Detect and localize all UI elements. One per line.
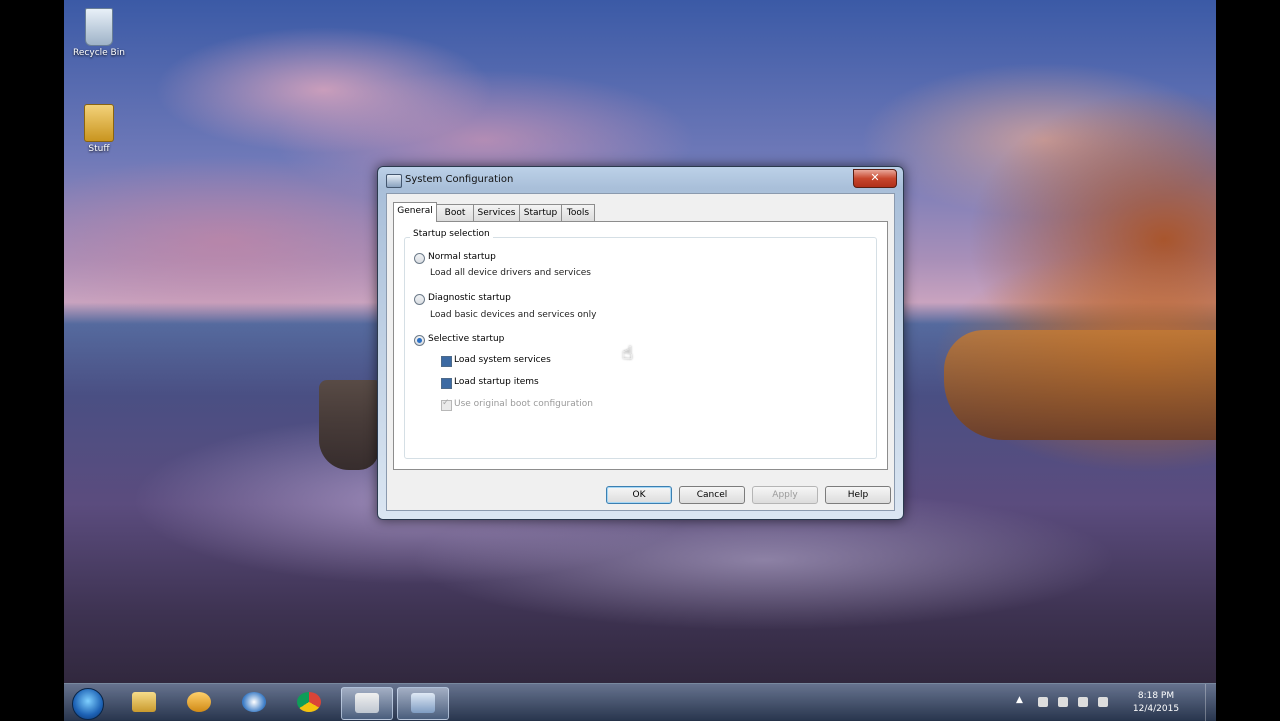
clock-time: 8:18 PM [1137, 691, 1175, 701]
taskbar-system-configuration[interactable] [397, 687, 449, 720]
ok-button[interactable]: OK [606, 486, 672, 504]
close-button[interactable]: ✕ [853, 169, 897, 188]
diagnostic-startup-label[interactable]: Diagnostic startup [428, 293, 511, 303]
normal-startup-desc: Load all device drivers and services [430, 268, 591, 278]
system-configuration-icon [411, 693, 435, 713]
wallpaper-cliff-right [944, 330, 1216, 440]
dialog-client-area: General Boot Services Startup Tools Star… [386, 193, 895, 511]
tab-general[interactable]: General [393, 202, 437, 222]
diagnostic-startup-desc: Load basic devices and services only [430, 310, 597, 320]
system-tray: ▲ 8:18 PM 12/4/2015 [1016, 687, 1196, 717]
hand-cursor-icon: ☝ [622, 343, 633, 364]
desktop-icon-label: Recycle Bin [73, 48, 125, 58]
show-desktop-button[interactable] [1205, 684, 1216, 721]
normal-startup-radio[interactable] [414, 253, 425, 264]
tab-tools[interactable]: Tools [561, 204, 595, 221]
general-tab-panel: Startup selection Normal startup Load al… [393, 221, 888, 470]
load-system-services-checkbox[interactable] [441, 356, 452, 367]
load-startup-items-label[interactable]: Load startup items [454, 377, 539, 387]
tab-services[interactable]: Services [473, 204, 520, 221]
desktop-icon-label: Stuff [88, 144, 110, 154]
taskbar-app[interactable] [174, 687, 224, 718]
load-system-services-label[interactable]: Load system services [454, 355, 551, 365]
window-title: System Configuration [405, 174, 514, 185]
taskbar-network-app[interactable] [229, 687, 279, 718]
chrome-icon [297, 692, 321, 712]
taskbar-file-explorer[interactable] [119, 687, 169, 718]
group-label: Startup selection [410, 229, 493, 239]
cancel-button[interactable]: Cancel [679, 486, 745, 504]
diagnostic-startup-radio[interactable] [414, 294, 425, 305]
clock-date: 12/4/2015 [1132, 704, 1180, 714]
tab-startup[interactable]: Startup [519, 204, 562, 221]
use-original-boot-config-label: Use original boot configuration [454, 399, 593, 409]
taskbar-window-app[interactable] [341, 687, 393, 720]
app-icon [187, 692, 211, 712]
selective-startup-radio[interactable] [414, 335, 425, 346]
recycle-bin-icon [85, 8, 113, 46]
action-center-icon[interactable] [1038, 697, 1048, 707]
network-icon[interactable] [1098, 697, 1108, 707]
volume-icon[interactable] [1078, 697, 1088, 707]
apply-button: Apply [752, 486, 818, 504]
system-configuration-window: System Configuration ✕ General Boot Serv… [377, 166, 904, 520]
power-icon[interactable] [1058, 697, 1068, 707]
taskbar: ▲ 8:18 PM 12/4/2015 [64, 683, 1216, 721]
window-titlebar[interactable]: System Configuration ✕ [378, 167, 903, 193]
file-explorer-icon [132, 692, 156, 712]
selective-startup-label[interactable]: Selective startup [428, 334, 504, 344]
normal-startup-label[interactable]: Normal startup [428, 252, 496, 262]
start-orb-icon[interactable] [72, 688, 104, 720]
clock[interactable]: 8:18 PM 12/4/2015 [1126, 690, 1186, 716]
load-startup-items-checkbox[interactable] [441, 378, 452, 389]
system-configuration-icon [386, 174, 402, 188]
wallpaper-rock-left [319, 380, 379, 470]
desktop-icon-recycle-bin[interactable]: Recycle Bin [64, 8, 134, 58]
desktop-icon-stuff[interactable]: Stuff [64, 104, 134, 154]
window-app-icon [355, 693, 379, 713]
taskbar-chrome[interactable] [284, 687, 334, 718]
folder-icon [84, 104, 114, 142]
use-original-boot-config-checkbox [441, 398, 452, 411]
show-hidden-icons-icon[interactable]: ▲ [1016, 695, 1023, 705]
network-app-icon [242, 692, 266, 712]
help-button[interactable]: Help [825, 486, 891, 504]
tab-boot[interactable]: Boot [436, 204, 474, 221]
